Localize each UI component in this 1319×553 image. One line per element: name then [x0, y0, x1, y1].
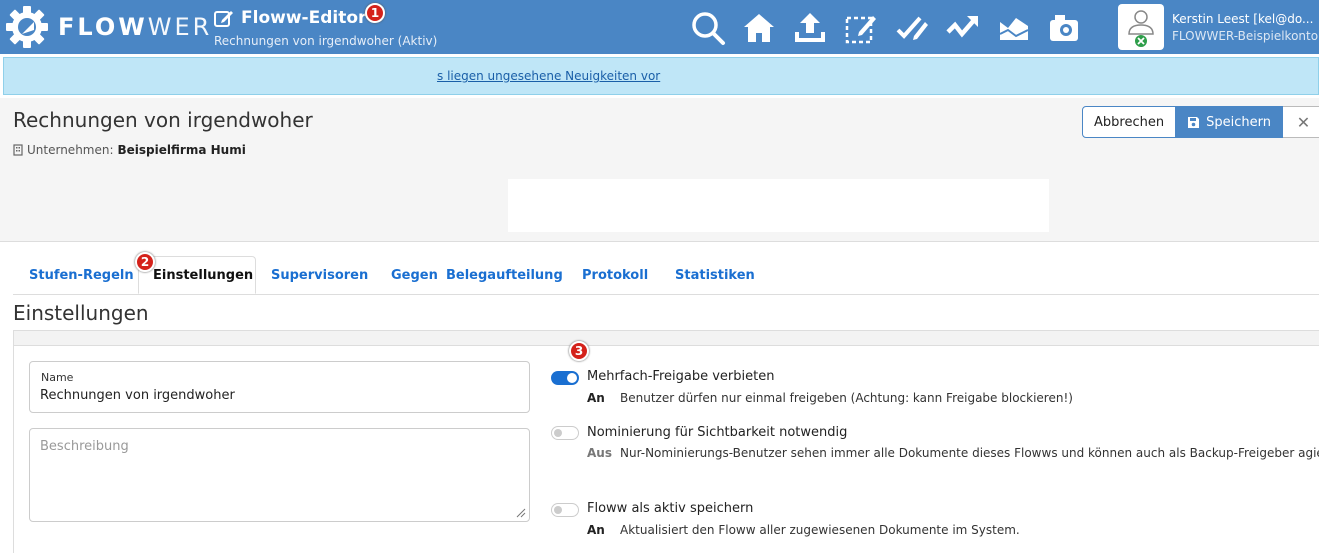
page-header: Rechnungen von irgendwoher Unternehmen: …: [0, 98, 1319, 242]
option-state-floww-aktiv: An: [587, 523, 605, 537]
toggle-nominierung[interactable]: [551, 426, 579, 440]
header-actions: Abbrechen Speichern ✕: [1082, 106, 1319, 138]
page-title: Rechnungen von irgendwoher: [13, 108, 313, 132]
avatar[interactable]: [1118, 4, 1164, 50]
edit-icon: [214, 11, 233, 27]
option-desc-floww-aktiv: Aktualisiert den Floww aller zugewiesene…: [620, 523, 1020, 537]
option-label-floww-aktiv: Floww als aktiv speichern: [587, 501, 754, 516]
sign-icon[interactable]: [892, 8, 932, 48]
description-placeholder: Beschreibung: [40, 439, 129, 454]
search-icon[interactable]: [688, 8, 728, 48]
option-label-mehrfach-freigabe: Mehrfach-Freigabe verbieten: [587, 369, 775, 384]
settings-panel: Name Rechnungen von irgendwoher Beschrei…: [13, 330, 1319, 553]
header-blank-area: [508, 179, 1049, 232]
option-state-mehrfach-freigabe: An: [587, 391, 605, 405]
logo[interactable]: FLOWWER: [4, 4, 212, 50]
step-badge-3: 3: [569, 341, 589, 361]
user-account: FLOWWER-Beispielkonto: [1172, 29, 1319, 43]
save-button[interactable]: Speichern: [1176, 106, 1283, 138]
name-input[interactable]: Rechnungen von irgendwoher: [40, 388, 235, 403]
tab-protokoll[interactable]: Protokoll: [582, 256, 648, 294]
toggle-floww-aktiv[interactable]: [551, 503, 579, 517]
editor-title-text: Floww-Editor: [241, 8, 367, 28]
description-field[interactable]: Beschreibung: [29, 428, 530, 522]
tab-supervisoren[interactable]: Supervisoren: [271, 256, 368, 294]
cancel-button[interactable]: Abbrechen: [1082, 106, 1177, 138]
news-link[interactable]: s liegen ungesehene Neuigkeiten vor: [437, 69, 660, 83]
option-desc-mehrfach-freigabe: Benutzer dürfen nur einmal freigeben (Ac…: [620, 391, 1073, 405]
tab-belegaufteilung[interactable]: Belegaufteilung: [446, 256, 563, 294]
option-desc-nominierung: Nur-Nominierungs-Benutzer sehen immer al…: [620, 446, 1319, 460]
step-badge-2: 2: [135, 252, 155, 272]
user-icon: [1128, 10, 1154, 47]
option-state-nominierung: Aus: [587, 446, 612, 460]
news-bar: s liegen ungesehene Neuigkeiten vor: [3, 57, 1319, 95]
tab-statistiken[interactable]: Statistiken: [675, 256, 755, 294]
trend-icon[interactable]: [943, 8, 983, 48]
tab-stufen-regeln[interactable]: Stufen-Regeln: [29, 256, 134, 294]
camera-icon[interactable]: [1045, 8, 1085, 48]
upload-icon[interactable]: [790, 8, 830, 48]
nav-icons: [688, 8, 1096, 48]
close-button[interactable]: ✕: [1282, 106, 1319, 138]
building-icon: [13, 144, 23, 156]
tab-bar: Stufen-Regeln Einstellungen Supervisoren…: [13, 256, 1319, 295]
floppy-icon: [1188, 116, 1200, 128]
panel-header-strip: [14, 331, 1319, 346]
editor-title: Floww-Editor: [214, 8, 366, 28]
company-value: Beispielfirma Humi: [117, 143, 246, 157]
logo-text: FLOWWER: [58, 13, 213, 41]
option-label-nominierung: Nominierung für Sichtbarkeit notwendig: [587, 425, 848, 440]
top-bar: FLOWWER Floww-Editor Rechnungen von irge…: [0, 0, 1319, 54]
selection-edit-icon[interactable]: [841, 8, 881, 48]
name-label: Name: [41, 371, 74, 384]
save-button-label: Speichern: [1206, 114, 1271, 130]
home-icon[interactable]: [739, 8, 779, 48]
user-name[interactable]: Kerstin Leest [kel@do...: [1172, 12, 1313, 26]
tab-gegen[interactable]: Gegen:: [391, 256, 439, 294]
company-label: Unternehmen:: [27, 143, 114, 157]
chart-icon[interactable]: [994, 8, 1034, 48]
tab-einstellungen[interactable]: Einstellungen: [138, 256, 256, 294]
toggle-mehrfach-freigabe[interactable]: [551, 371, 579, 385]
editor-subtitle: Rechnungen von irgendwoher (Aktiv): [214, 34, 438, 48]
name-field[interactable]: Name Rechnungen von irgendwoher: [29, 361, 530, 413]
step-badge-1: 1: [365, 3, 385, 23]
gear-logo-icon: [6, 6, 48, 48]
resize-handle-icon[interactable]: [516, 508, 526, 518]
company-info: Unternehmen: Beispielfirma Humi: [13, 143, 246, 157]
section-title: Einstellungen: [13, 301, 149, 325]
